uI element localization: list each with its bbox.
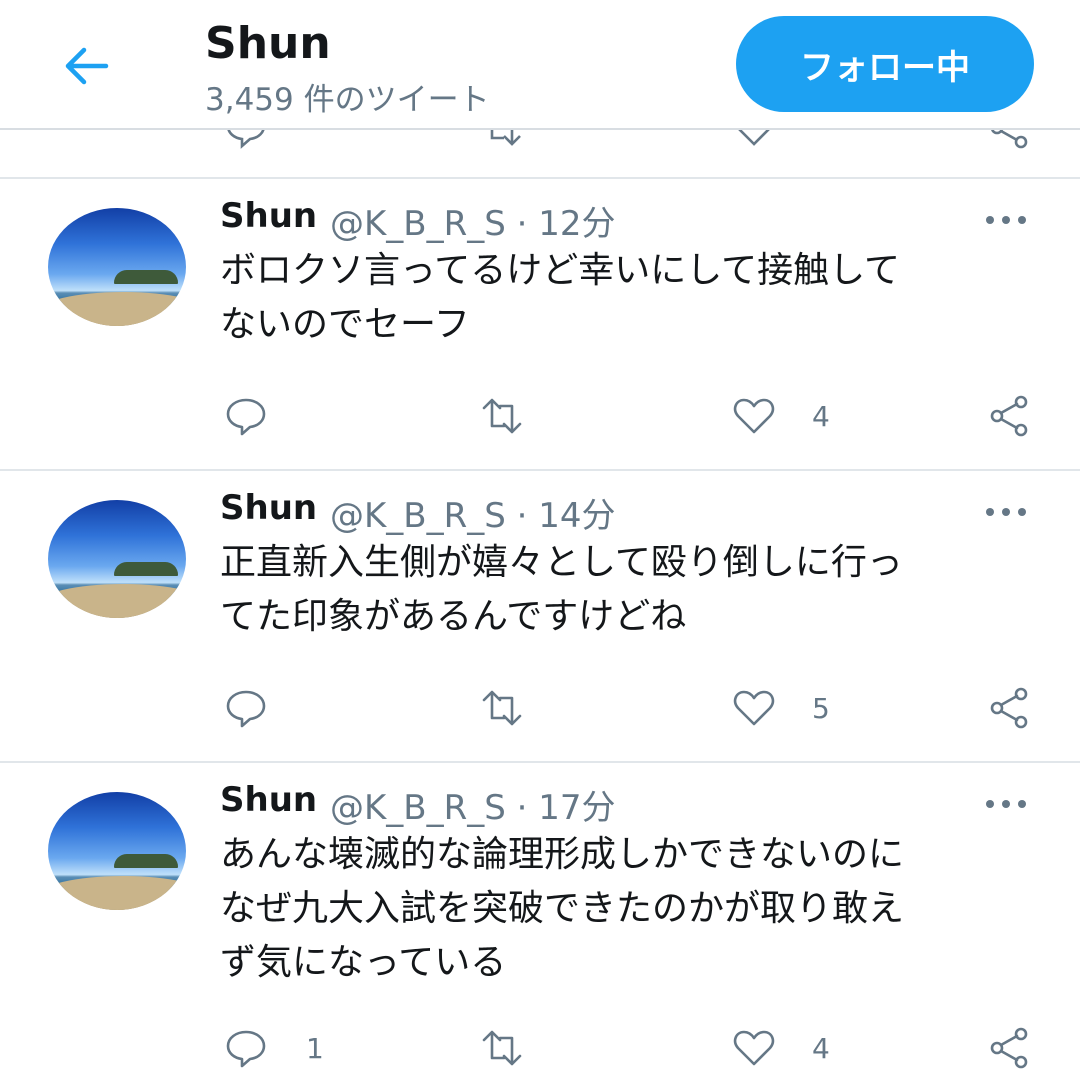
heart-icon — [733, 1030, 775, 1066]
avatar[interactable] — [48, 500, 186, 618]
tweet-card[interactable]: Shun @K_B_R_S · 14分 正直新入生側が嬉々として殴り倒しに行っ … — [0, 472, 1080, 764]
reply-button[interactable] — [222, 390, 306, 442]
heart-icon[interactable] — [730, 130, 778, 152]
ellipsis-icon[interactable] — [984, 500, 1028, 524]
like-button[interactable]: 4 — [730, 390, 830, 442]
retweet-icon — [482, 398, 522, 434]
speech-bubble-icon — [226, 398, 266, 436]
tweet-handle-time: @K_B_R_S · 14分 — [330, 496, 616, 536]
tweet-text: 正直新入生側が嬉々として殴り倒しに行っ てた印象があるんですけどね — [220, 542, 903, 637]
share-icon[interactable] — [985, 130, 1033, 152]
retweet-icon — [482, 690, 522, 726]
like-count: 5 — [812, 691, 830, 725]
retweet-icon — [482, 1030, 522, 1066]
divider — [0, 469, 1080, 471]
heart-icon — [733, 398, 775, 434]
tweet-card[interactable]: Shun @K_B_R_S · 12分 ボロクソ言ってるけど幸いにして接触して … — [0, 180, 1080, 472]
tweet-text: ボロクソ言ってるけど幸いにして接触して ないのでセーフ — [220, 250, 901, 345]
share-icon — [990, 1027, 1028, 1069]
following-button[interactable]: フォロー中 — [736, 16, 1034, 112]
arrow-left-icon — [65, 47, 109, 85]
reply-button[interactable] — [222, 682, 306, 734]
share-button[interactable] — [985, 682, 1033, 734]
retweet-icon[interactable] — [478, 130, 526, 152]
speech-bubble-icon[interactable] — [222, 130, 270, 152]
retweet-button[interactable] — [478, 682, 526, 734]
back-button[interactable] — [56, 38, 116, 94]
profile-header: Shun 3,459 件のツイート フォロー中 — [0, 0, 1080, 130]
tweet-author-name[interactable]: Shun — [220, 196, 317, 236]
avatar[interactable] — [48, 792, 186, 910]
like-count: 4 — [812, 1031, 830, 1065]
retweet-button[interactable] — [478, 390, 526, 442]
tweet-handle-time: @K_B_R_S · 12分 — [330, 204, 616, 244]
reply-button[interactable]: 1 — [222, 1022, 324, 1074]
heart-icon — [733, 690, 775, 726]
tweet-card[interactable]: Shun @K_B_R_S · 17分 あんな壊滅的な論理形成しかできないのに … — [0, 764, 1080, 1080]
share-icon — [990, 395, 1028, 437]
reply-count: 1 — [306, 1031, 324, 1065]
speech-bubble-icon — [226, 690, 266, 728]
like-button[interactable]: 5 — [730, 682, 830, 734]
tweet-author-name[interactable]: Shun — [220, 488, 317, 528]
avatar[interactable] — [48, 208, 186, 326]
ellipsis-icon[interactable] — [984, 208, 1028, 232]
tweet-count: 3,459 件のツイート — [205, 82, 490, 118]
retweet-button[interactable] — [478, 1022, 526, 1074]
tweet-text: あんな壊滅的な論理形成しかできないのに なぜ九大入試を突破できたのかが取り敢え … — [220, 834, 905, 983]
like-count: 4 — [812, 399, 830, 433]
share-button[interactable] — [985, 390, 1033, 442]
divider — [0, 761, 1080, 763]
ellipsis-icon[interactable] — [984, 792, 1028, 816]
like-button[interactable]: 4 — [730, 1022, 830, 1074]
previous-tweet-actions — [0, 130, 1080, 178]
share-button[interactable] — [985, 1022, 1033, 1074]
tweet-handle-time: @K_B_R_S · 17分 — [330, 788, 616, 828]
divider — [0, 177, 1080, 179]
share-icon — [990, 687, 1028, 729]
speech-bubble-icon — [226, 1030, 266, 1068]
tweet-author-name[interactable]: Shun — [220, 780, 317, 820]
profile-name: Shun — [205, 18, 331, 69]
